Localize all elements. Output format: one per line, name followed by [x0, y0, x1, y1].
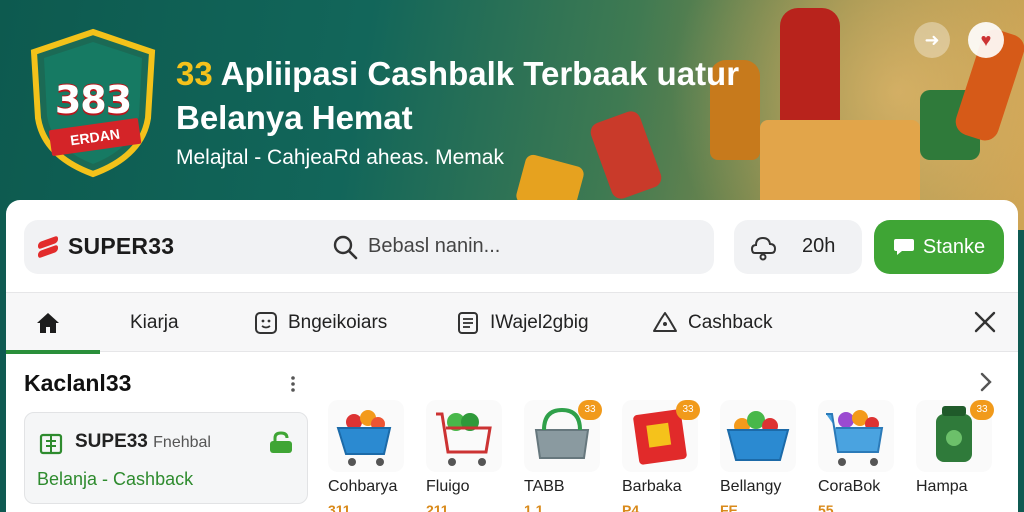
more-options-icon[interactable]	[288, 374, 298, 394]
product-price: FE	[720, 502, 738, 512]
share-icon: ➜	[924, 30, 940, 50]
promo-card[interactable]: SUPE33 Fnehbal Belanja - Cashback	[24, 412, 308, 504]
bell-icon	[750, 236, 777, 261]
hero-subtitle: Melajtal - CahjeaRd aheas. Memak	[176, 146, 504, 169]
search-input[interactable]: Bebasl nanin...	[368, 235, 500, 258]
tab-label: Bngeikoiars	[288, 312, 388, 333]
section-title: Kaclanl33	[24, 370, 132, 396]
logo-mark-icon	[36, 235, 60, 259]
product-price: 55	[818, 502, 834, 512]
notification-button[interactable]: 20h	[734, 220, 862, 274]
product-price: 1.1	[524, 502, 544, 512]
product-item[interactable]: Cohbarya 311	[326, 398, 406, 512]
search-icon	[333, 235, 358, 260]
product-price: 211	[426, 502, 449, 512]
tab-label: IWajel2gbig	[490, 312, 589, 333]
product-price: 311	[328, 502, 351, 512]
product-name: Bellangy	[720, 478, 782, 495]
product-name: Hampa	[916, 478, 968, 495]
tab-iwajel2gbig[interactable]: IWajel2gbig	[456, 293, 589, 353]
tab-label: Cashback	[688, 312, 773, 333]
tab-kiarja[interactable]: Kiarja	[130, 293, 179, 353]
close-icon[interactable]	[972, 309, 998, 335]
home-icon	[37, 313, 59, 333]
tab-bngeikoiars[interactable]: Bngeikoiars	[254, 293, 387, 353]
lock-icon	[270, 431, 292, 453]
product-name: Barbaka	[622, 478, 682, 495]
promo-card-title-bold: SUPE33	[75, 431, 148, 452]
start-button-label: Stanke	[922, 235, 986, 258]
bag-icon: 33	[524, 400, 602, 472]
product-list: Cohbarya 311 Fluigo 211 33 TABB 1.1 33 B…	[326, 398, 1016, 512]
hero-like-button[interactable]: ♥	[968, 22, 1004, 58]
product-item[interactable]: CoraBok 55	[816, 398, 896, 512]
gift-box-icon: 33	[622, 400, 700, 472]
app-panel: SUPER33 Bebasl nanin... 20h Stanke Kiarj…	[6, 200, 1018, 512]
promo-card-title: SUPE33 Fnehbal	[75, 431, 211, 453]
product-item[interactable]: Fluigo 211	[424, 398, 504, 512]
jar-icon: 33	[916, 400, 994, 472]
logo-text: SUPER33	[68, 233, 175, 259]
face-icon	[255, 312, 277, 334]
hero-action-button[interactable]: ➜	[914, 22, 950, 58]
chevron-right-icon[interactable]	[976, 370, 996, 394]
tag-icon	[653, 312, 677, 332]
tab-cashback[interactable]: Cashback	[652, 293, 773, 353]
tab-label: Kiarja	[130, 312, 179, 333]
notification-count: 20h	[802, 235, 836, 257]
brand-logo[interactable]: SUPER33	[36, 233, 174, 260]
top-bar: SUPER33 Bebasl nanin... 20h Stanke	[6, 200, 1018, 292]
product-item[interactable]: 33 Hampa	[914, 398, 994, 512]
cart-icon	[426, 400, 502, 472]
tab-bar: Kiarja Bngeikoiars IWajel2gbig Cashback	[6, 292, 1018, 354]
hero-banner: ➜ ♥ 383 ERDAN 33 Apliipasi Cashbalk Terb…	[0, 0, 1024, 230]
product-name: CoraBok	[818, 478, 881, 495]
product-badge: 33	[578, 400, 602, 420]
chat-icon	[893, 239, 914, 255]
hero-title-line2: Belanya Hemat	[176, 99, 413, 136]
start-button[interactable]: Stanke	[874, 220, 1004, 274]
shield-number: 383	[54, 78, 132, 122]
fruit-basket-icon	[720, 400, 796, 472]
product-name: TABB	[524, 478, 565, 495]
shopping-basket-icon	[328, 400, 404, 472]
promo-card-title-thin: Fnehbal	[153, 434, 211, 451]
hero-title-line1: Apliipasi Cashbalk Terbaak uatur	[220, 55, 740, 92]
cart-icon	[818, 400, 894, 472]
product-price: P4	[622, 502, 640, 512]
heart-icon: ♥	[980, 30, 992, 50]
product-name: Fluigo	[426, 478, 470, 495]
product-item[interactable]: Bellangy FE	[718, 398, 798, 512]
product-item[interactable]: 33 TABB 1.1	[522, 398, 602, 512]
product-name: Cohbarya	[328, 478, 398, 495]
hero-title-accent: 33	[176, 55, 213, 92]
document-icon	[458, 312, 478, 334]
promo-card-subtitle: Belanja - Cashback	[37, 469, 194, 489]
store-icon	[39, 433, 63, 455]
tab-home[interactable]	[6, 293, 100, 354]
product-badge: 33	[970, 400, 994, 420]
brand-shield-logo: 383 ERDAN	[24, 28, 162, 178]
search-bar[interactable]: SUPER33 Bebasl nanin...	[24, 220, 714, 274]
hero-title: 33 Apliipasi Cashbalk Terbaak uatur Bela…	[176, 52, 816, 140]
product-badge: 33	[676, 400, 700, 420]
active-tab-indicator	[6, 350, 100, 354]
product-item[interactable]: 33 Barbaka P4	[620, 398, 700, 512]
